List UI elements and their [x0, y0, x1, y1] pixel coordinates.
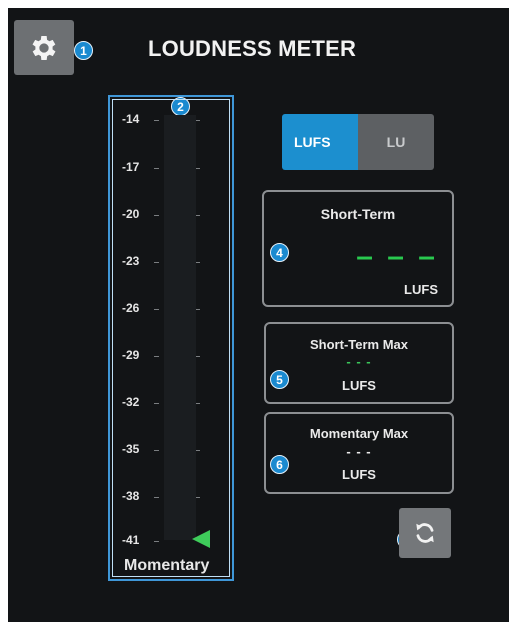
tick-mark: [154, 168, 159, 169]
short-term-value: – – –: [356, 240, 438, 273]
tick-label: -23: [122, 254, 140, 268]
tick-mark: [154, 497, 159, 498]
tick-mark: [154, 309, 159, 310]
tick-label: -14: [122, 112, 140, 126]
momentary-max-display: Momentary Max - - - LUFS: [264, 412, 454, 494]
tick-mark: [154, 450, 159, 451]
unit-toggle: LUFS LU: [282, 114, 434, 170]
tick-mark: [196, 168, 200, 169]
tick-mark: [154, 120, 159, 121]
triangle-left-icon: [192, 530, 210, 548]
tick-label: -38: [122, 489, 140, 503]
short-term-unit: LUFS: [404, 282, 438, 297]
tick-label: -35: [122, 442, 140, 456]
momentary-max-unit: LUFS: [342, 467, 376, 482]
tick-mark: [154, 262, 159, 263]
tick-label: -17: [122, 160, 140, 174]
page-title: LOUDNESS METER: [148, 36, 357, 61]
tick-label: -26: [122, 301, 140, 315]
momentary-max-value: - - -: [346, 444, 372, 459]
short-term-max-unit: LUFS: [342, 378, 376, 393]
gear-icon: [32, 35, 56, 60]
short-term-max-value: - - -: [346, 354, 372, 369]
loudness-meter-bar: [164, 115, 196, 540]
tick-label: -41: [122, 533, 140, 547]
tick-mark: [196, 450, 200, 451]
tick-mark: [154, 215, 159, 216]
tick-mark: [154, 403, 159, 404]
tick-label: -32: [122, 395, 140, 409]
reset-button[interactable]: [399, 508, 451, 558]
lu-button[interactable]: LU: [358, 114, 434, 170]
tick-mark: [196, 356, 200, 357]
momentary-max-title: Momentary Max: [309, 426, 409, 441]
tick-mark: [196, 120, 200, 121]
short-term-title: Short-Term: [320, 206, 396, 222]
short-term-max-display: Short-Term Max - - - LUFS: [264, 322, 454, 404]
short-term-display: Short-Term – – – LUFS: [262, 190, 454, 307]
tick-mark: [154, 541, 159, 542]
tick-mark: [196, 215, 200, 216]
tick-mark: [196, 403, 200, 404]
tick-mark: [196, 497, 200, 498]
settings-button[interactable]: [14, 20, 74, 75]
tick-mark: [196, 262, 200, 263]
tick-mark: [196, 309, 200, 310]
refresh-icon: [416, 523, 434, 543]
tick-label: -20: [122, 207, 140, 221]
tick-mark: [154, 356, 159, 357]
meter-caption: Momentary: [124, 557, 210, 574]
tick-label: -29: [122, 348, 140, 362]
callout-1: 1: [74, 41, 93, 60]
short-term-max-title: Short-Term Max: [310, 337, 408, 352]
lufs-button[interactable]: LUFS: [282, 114, 358, 170]
